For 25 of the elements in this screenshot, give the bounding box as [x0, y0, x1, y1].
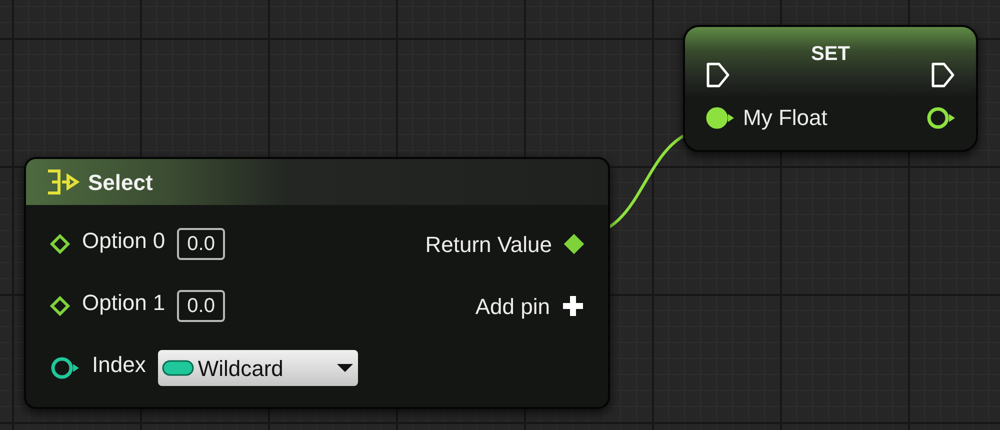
- diamond-pin-icon[interactable]: [50, 234, 70, 254]
- value-field[interactable]: 0.0: [177, 290, 225, 322]
- caret-icon: [336, 363, 354, 373]
- node-title: Select: [88, 168, 153, 196]
- diamond-pin-icon[interactable]: [564, 234, 584, 254]
- set-node[interactable]: SET My Float: [683, 25, 978, 152]
- select-node[interactable]: Select Option 0 0.0 Return Value Option 1 0.0 Add pin Index Wildcard: [24, 157, 610, 409]
- exec-pin-icon[interactable]: [930, 61, 956, 89]
- value-field[interactable]: 0.0: [177, 228, 225, 260]
- pin-label: Option 0: [82, 226, 166, 255]
- plus-icon[interactable]: [562, 295, 584, 317]
- node-title: SET: [811, 42, 850, 67]
- pin-label: Option 1: [82, 288, 166, 317]
- circle-pin-icon[interactable]: [50, 356, 80, 380]
- exec-pin-icon[interactable]: [705, 61, 731, 89]
- select-icon: [46, 168, 80, 196]
- type-pill-icon: [162, 360, 194, 376]
- circle-pin-icon[interactable]: [926, 106, 956, 130]
- pin-label: Index: [92, 350, 146, 378]
- type-dropdown[interactable]: Wildcard: [158, 350, 358, 386]
- pin-label: My Float: [743, 104, 828, 132]
- pin-label: Return Value: [425, 230, 552, 258]
- pin-label: Add pin: [475, 292, 550, 321]
- circle-pin-icon[interactable]: [705, 106, 735, 130]
- diamond-pin-icon[interactable]: [50, 296, 70, 316]
